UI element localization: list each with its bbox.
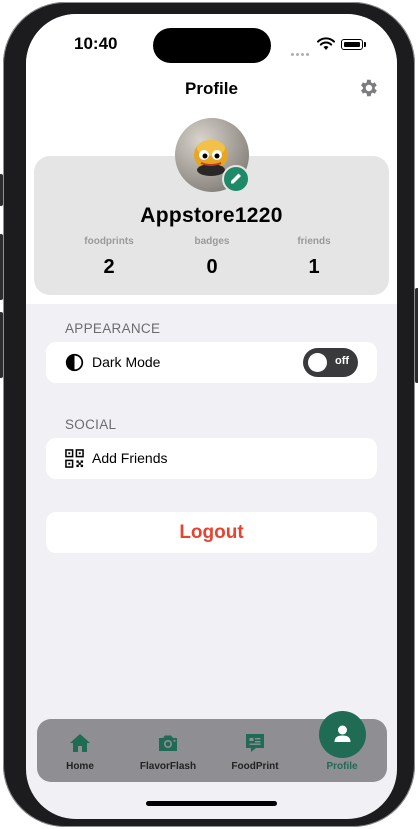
- stat-value-friends[interactable]: 1: [274, 256, 354, 279]
- stat-value-foodprints[interactable]: 2: [69, 256, 149, 279]
- logout-button[interactable]: Logout: [46, 512, 377, 553]
- camera-icon: [159, 735, 177, 751]
- dark-mode-toggle[interactable]: off: [303, 348, 358, 377]
- tab-label-foodprint: FoodPrint: [231, 761, 279, 772]
- tab-label-profile: Profile: [326, 761, 358, 772]
- tab-bar: Home FlavorFlash FoodPrint Profile: [37, 711, 387, 782]
- username: Appstore1220: [140, 204, 283, 227]
- appearance-section-title: APPEARANCE: [65, 321, 161, 336]
- chat-bubble-icon: [246, 734, 264, 752]
- tab-flavorflash[interactable]: FlavorFlash: [125, 719, 211, 782]
- add-friends-row[interactable]: Add Friends: [46, 438, 377, 479]
- social-section-title: SOCIAL: [65, 417, 117, 432]
- stat-label-foodprints: foodprints: [84, 236, 134, 247]
- tab-label-flavorflash: FlavorFlash: [139, 761, 197, 772]
- tab-foodprint[interactable]: FoodPrint: [212, 719, 298, 782]
- battery-tip: [364, 42, 366, 47]
- status-time: 10:40: [74, 34, 118, 53]
- battery-icon: [341, 39, 363, 50]
- phone-frame: 10:40 Profile Appstore1220 foodprints ba…: [0, 2, 418, 827]
- signal-dots-icon: [291, 43, 313, 56]
- tab-home[interactable]: Home: [37, 719, 123, 782]
- home-icon: [70, 734, 90, 752]
- stat-label-friends: friends: [297, 236, 331, 247]
- toggle-state-text: off: [335, 355, 350, 367]
- tab-profile[interactable]: Profile: [299, 719, 385, 782]
- side-button-silent: [0, 174, 3, 206]
- screen: 10:40 Profile Appstore1220 foodprints ba…: [26, 14, 397, 819]
- wifi-icon: [317, 37, 335, 50]
- qr-code-icon: [65, 449, 84, 468]
- edit-avatar-button[interactable]: [222, 165, 250, 193]
- contrast-icon: [65, 353, 84, 372]
- home-indicator: [146, 801, 277, 806]
- dynamic-island: [153, 28, 271, 63]
- gear-icon[interactable]: [357, 77, 379, 99]
- stat-label-badges: badges: [194, 236, 230, 247]
- logout-label: Logout: [179, 522, 244, 543]
- stat-value-badges[interactable]: 0: [172, 256, 252, 279]
- add-friends-label: Add Friends: [92, 450, 168, 466]
- dark-mode-label: Dark Mode: [92, 354, 161, 370]
- pencil-icon: [231, 173, 241, 184]
- dark-mode-row: Dark Mode off: [46, 342, 377, 383]
- side-button-volume-up: [0, 234, 3, 300]
- side-button-volume-down: [0, 312, 3, 378]
- page-title: Profile: [185, 79, 238, 98]
- tab-label-home: Home: [66, 761, 94, 772]
- toggle-knob: [308, 353, 327, 372]
